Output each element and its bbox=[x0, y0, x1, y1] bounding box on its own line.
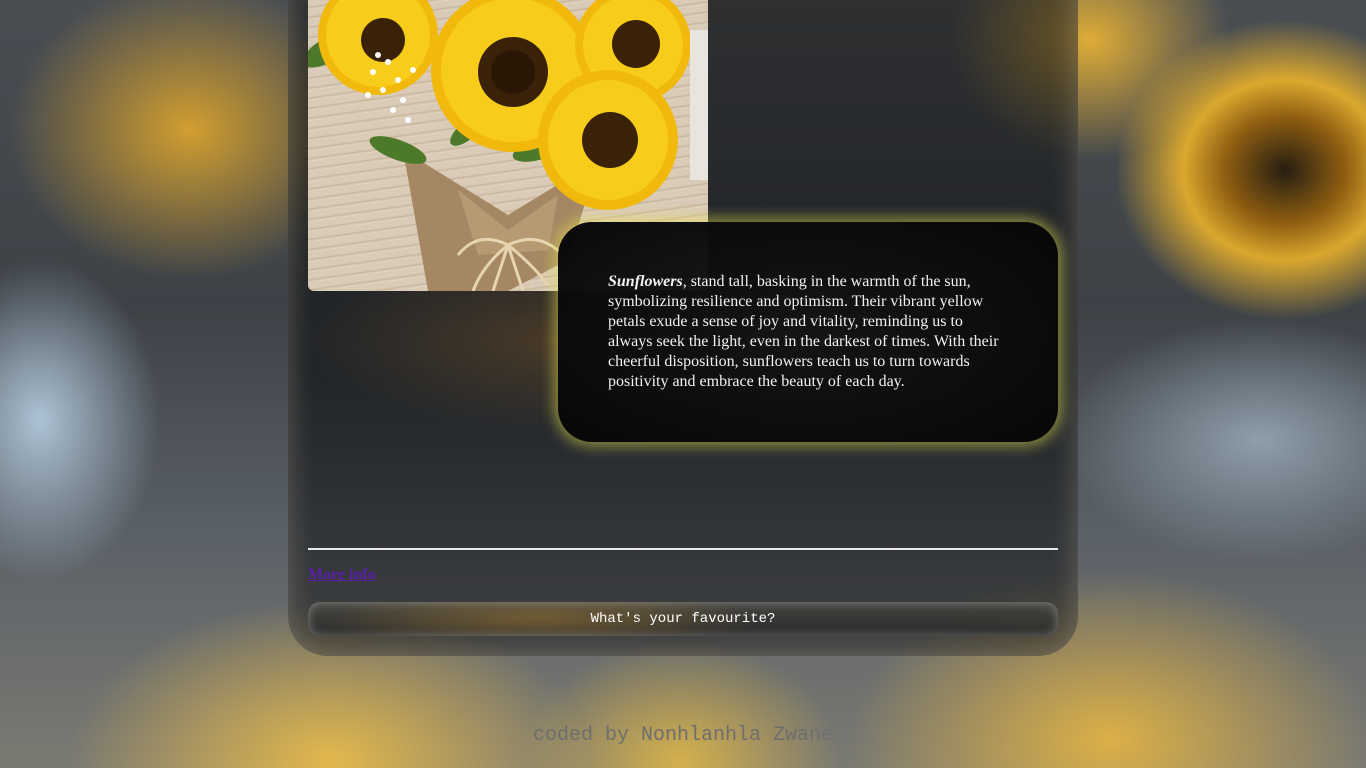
footer-credit: coded by Nonhlanhla Zwane bbox=[532, 724, 834, 747]
more-info-link[interactable]: More info bbox=[308, 566, 376, 584]
description-text: Sunflowers, stand tall, basking in the w… bbox=[608, 272, 1008, 392]
description-box: Sunflowers, stand tall, basking in the w… bbox=[558, 222, 1058, 442]
description-highlight: Sunflowers bbox=[608, 273, 683, 290]
favourite-button[interactable]: What's your favourite? bbox=[308, 602, 1058, 636]
divider bbox=[308, 548, 1058, 550]
description-body: , stand tall, basking in the warmth of t… bbox=[608, 273, 999, 390]
